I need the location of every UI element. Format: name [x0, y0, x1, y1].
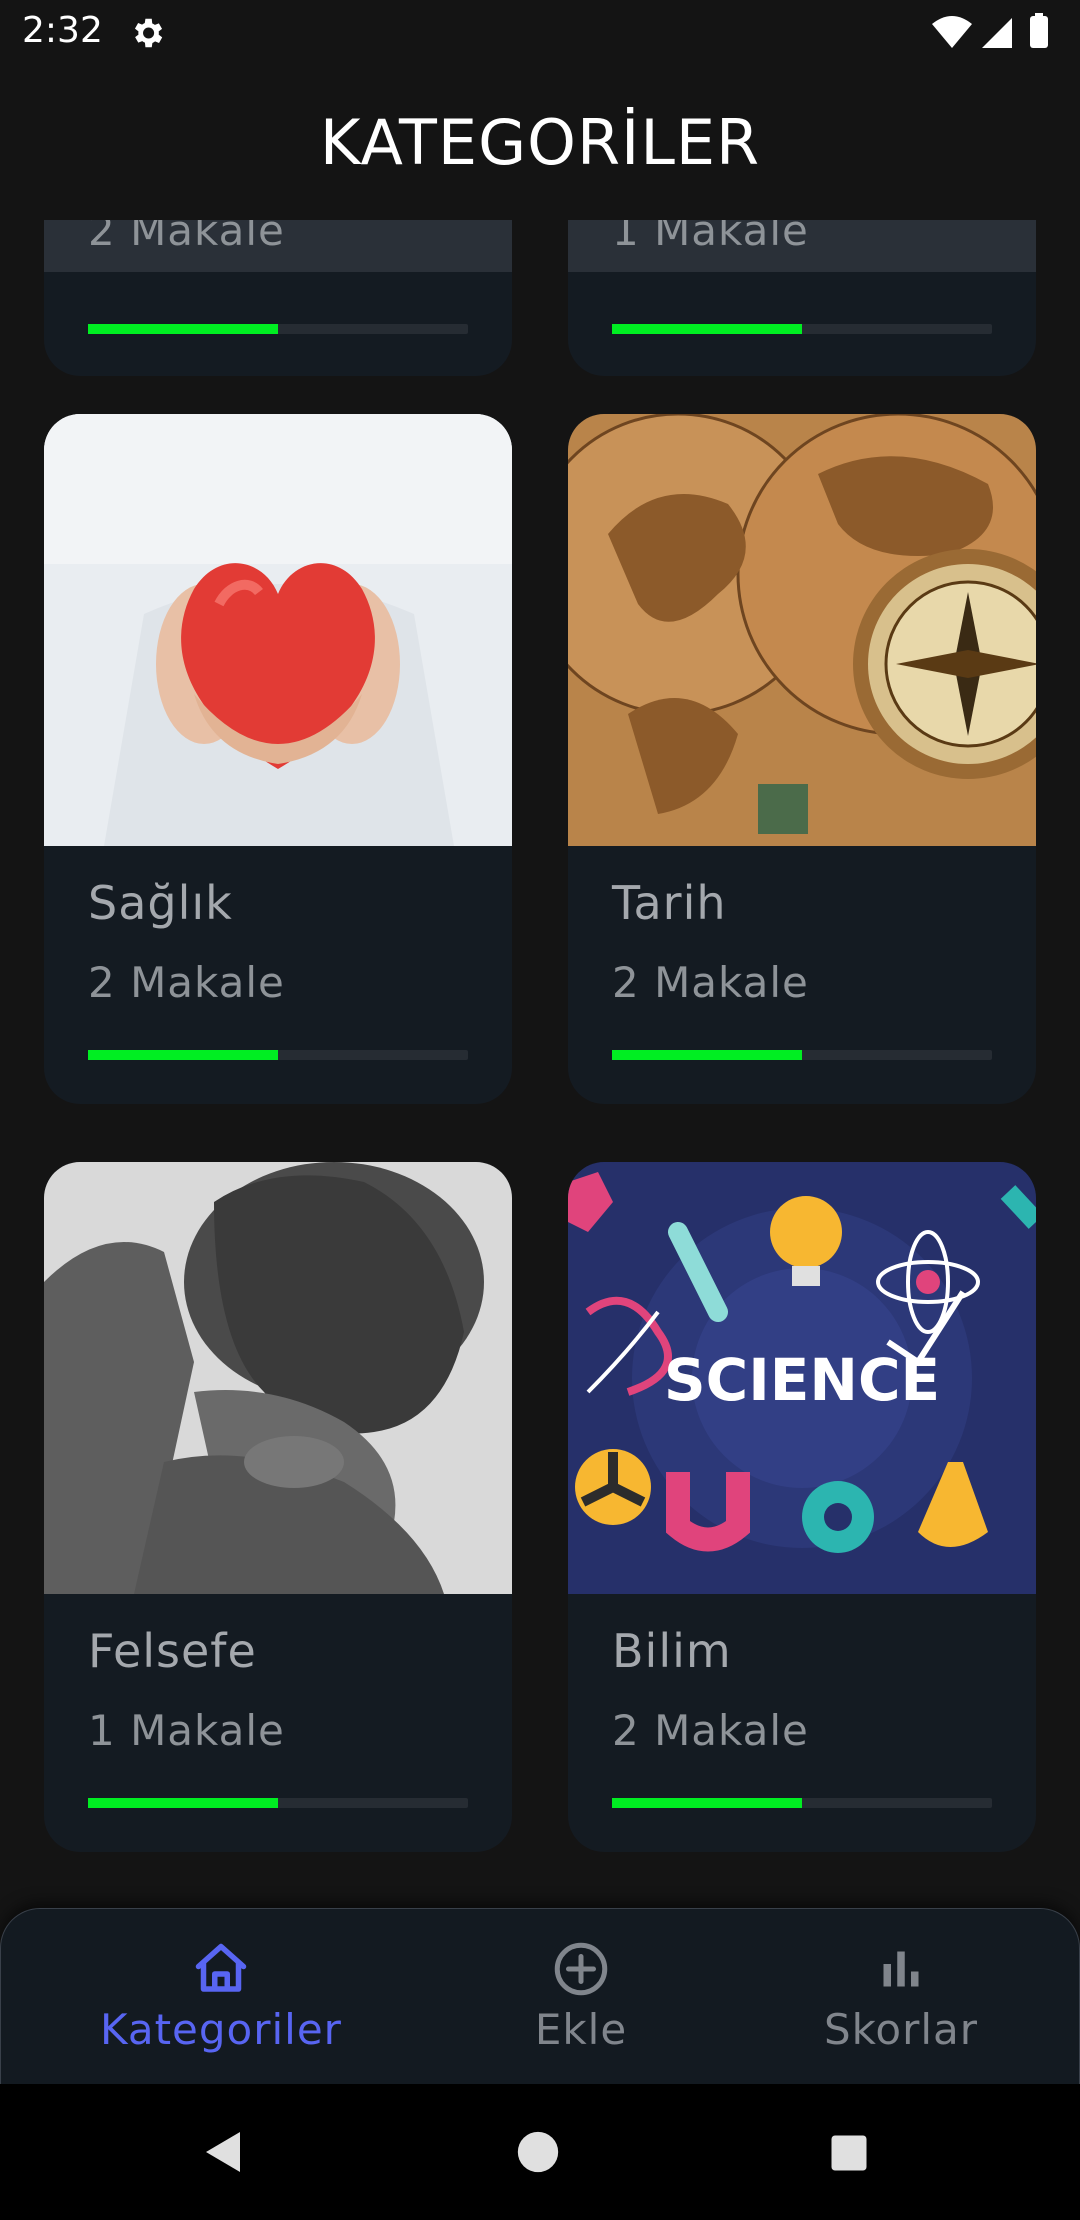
category-card-felsefe[interactable]: Felsefe 1 Makale [44, 1162, 512, 1852]
category-progress-bar [88, 1050, 468, 1060]
category-progress-fill [88, 324, 278, 334]
category-article-count: 2 Makale [88, 958, 285, 1007]
nav-label: Skorlar [823, 2005, 979, 2054]
wifi-icon [932, 16, 972, 48]
category-card-saglik[interactable]: Sağlık 2 Makale [44, 414, 512, 1104]
science-illustration-image: SCIENCE [568, 1162, 1036, 1594]
category-progress-bar [612, 324, 992, 334]
signal-icon [982, 18, 1012, 48]
category-name: Felsefe [88, 1624, 257, 1678]
category-progress-fill [612, 1050, 802, 1060]
battery-icon [1030, 16, 1048, 48]
category-progress-fill [612, 1798, 802, 1808]
antique-map-compass-image [568, 414, 1036, 846]
category-card[interactable]: 2 Makale [44, 220, 512, 376]
category-grid[interactable]: 2 Makale 1 Makale Sağlık 2 Makale Tarih … [0, 220, 1080, 1910]
category-progress-fill [88, 1050, 278, 1060]
nav-label: Kategoriler [100, 2005, 342, 2054]
recents-icon[interactable] [828, 2132, 870, 2174]
category-card[interactable]: 1 Makale [568, 220, 1036, 376]
category-article-count: 2 Makale [612, 1706, 809, 1755]
gear-icon [134, 18, 163, 48]
category-progress-fill [612, 324, 802, 334]
category-progress-bar [88, 1798, 468, 1808]
category-name: Tarih [612, 876, 727, 930]
category-name: Sağlık [88, 876, 233, 930]
nav-item-ekle[interactable]: Ekle [421, 1909, 741, 2085]
nav-item-skorlar[interactable]: Skorlar [741, 1909, 1061, 2085]
app-header: KATEGORİLER [0, 66, 1080, 220]
category-article-count: 1 Makale [612, 220, 809, 255]
status-bar: 2:32 [0, 0, 1080, 66]
category-card-tarih[interactable]: Tarih 2 Makale [568, 414, 1036, 1104]
status-time: 2:32 [22, 10, 103, 51]
page-title: KATEGORİLER [319, 106, 761, 179]
heart-in-hands-image [44, 414, 512, 846]
category-progress-bar [612, 1050, 992, 1060]
category-progress-bar [88, 324, 468, 334]
nav-item-kategoriler[interactable]: Kategoriler [61, 1909, 381, 2085]
back-icon[interactable] [200, 2128, 248, 2176]
add-circle-icon [554, 1942, 608, 1996]
category-progress-bar [612, 1798, 992, 1808]
home-circle-icon[interactable] [516, 2130, 560, 2174]
nav-label: Ekle [534, 2005, 628, 2054]
category-article-count: 2 Makale [88, 220, 285, 255]
bottom-navigation: Kategoriler Ekle Skorlar [0, 1908, 1080, 2085]
home-icon [195, 1943, 247, 1992]
thinker-statue-image [44, 1162, 512, 1594]
bar-chart-icon [883, 1951, 919, 1987]
category-article-count: 1 Makale [88, 1706, 285, 1755]
system-status-icons [932, 13, 1048, 48]
category-article-count: 2 Makale [612, 958, 809, 1007]
science-image-text: SCIENCE [664, 1346, 940, 1414]
system-navigation-bar [0, 2084, 1080, 2220]
category-card-bilim[interactable]: SCIENCE Bilim 2 Makale [568, 1162, 1036, 1852]
category-name: Bilim [612, 1624, 732, 1678]
category-progress-fill [88, 1798, 278, 1808]
